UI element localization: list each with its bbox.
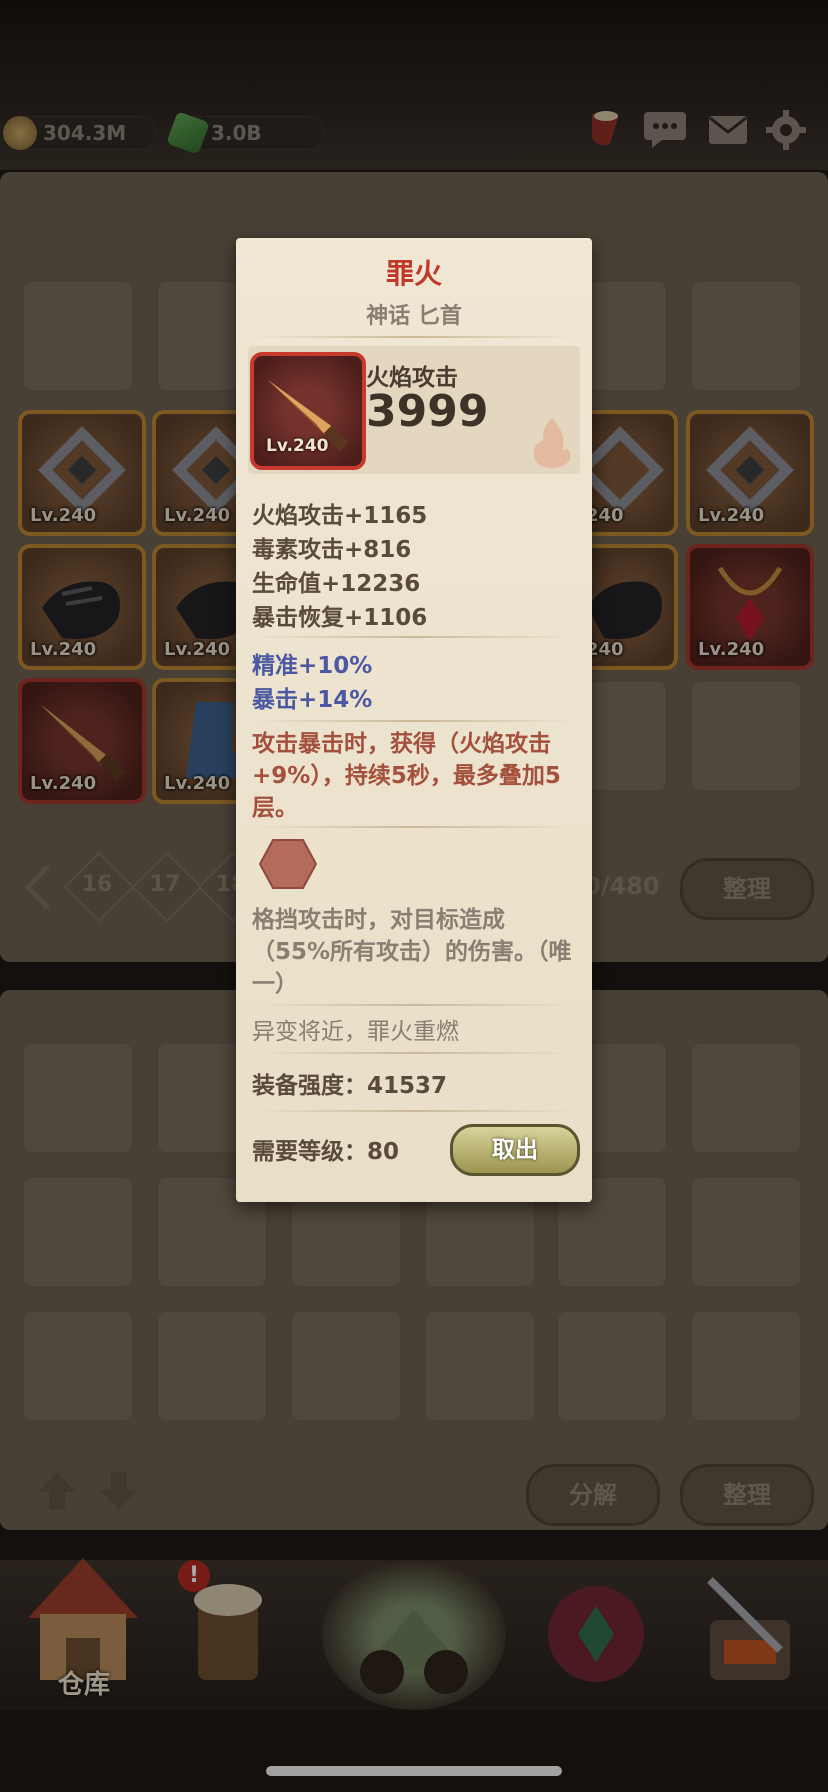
divider	[252, 1004, 576, 1006]
divider	[252, 636, 576, 638]
bonus-stat: 暴击+14%	[252, 687, 373, 713]
passive-effect: 攻击暴击时，获得（火焰攻击+9%），持续5秒，最多叠加5层。	[252, 731, 561, 821]
main-stat-value: 3999	[366, 386, 489, 437]
item-tooltip: 罪火 神话 匕首 Lv.240 火焰攻击 3999 火焰攻击+1165 毒素攻击…	[236, 238, 592, 1202]
divider	[252, 1052, 576, 1054]
stat-line: 暴击恢复+1106	[252, 605, 428, 631]
divider	[252, 720, 576, 722]
socket-hexagon-icon	[258, 839, 318, 889]
stat-line: 火焰攻击+1165	[252, 503, 428, 529]
socket-effect: 格挡攻击时，对目标造成（55%所有攻击）的伤害。（唯一）	[252, 907, 572, 997]
item-icon-frame: Lv.240	[250, 352, 366, 470]
divider	[252, 1110, 576, 1112]
item-name: 罪火	[385, 257, 442, 290]
divider	[252, 336, 576, 338]
item-type: 神话 匕首	[366, 304, 462, 329]
fire-icon	[533, 418, 571, 468]
required-level: 需要等级：80	[252, 1139, 400, 1165]
gear-power: 装备强度：41537	[252, 1073, 448, 1099]
stat-line: 毒素攻击+816	[252, 537, 412, 563]
stat-line: 生命值+12236	[252, 571, 421, 597]
item-icon-level: Lv.240	[266, 436, 329, 456]
divider	[252, 826, 576, 828]
flavor-text: 异变将近，罪火重燃	[252, 1019, 459, 1045]
take-out-button[interactable]: 取出	[450, 1124, 580, 1176]
item-header: Lv.240 火焰攻击 3999	[248, 346, 580, 474]
bonus-stat: 精准+10%	[252, 653, 373, 679]
